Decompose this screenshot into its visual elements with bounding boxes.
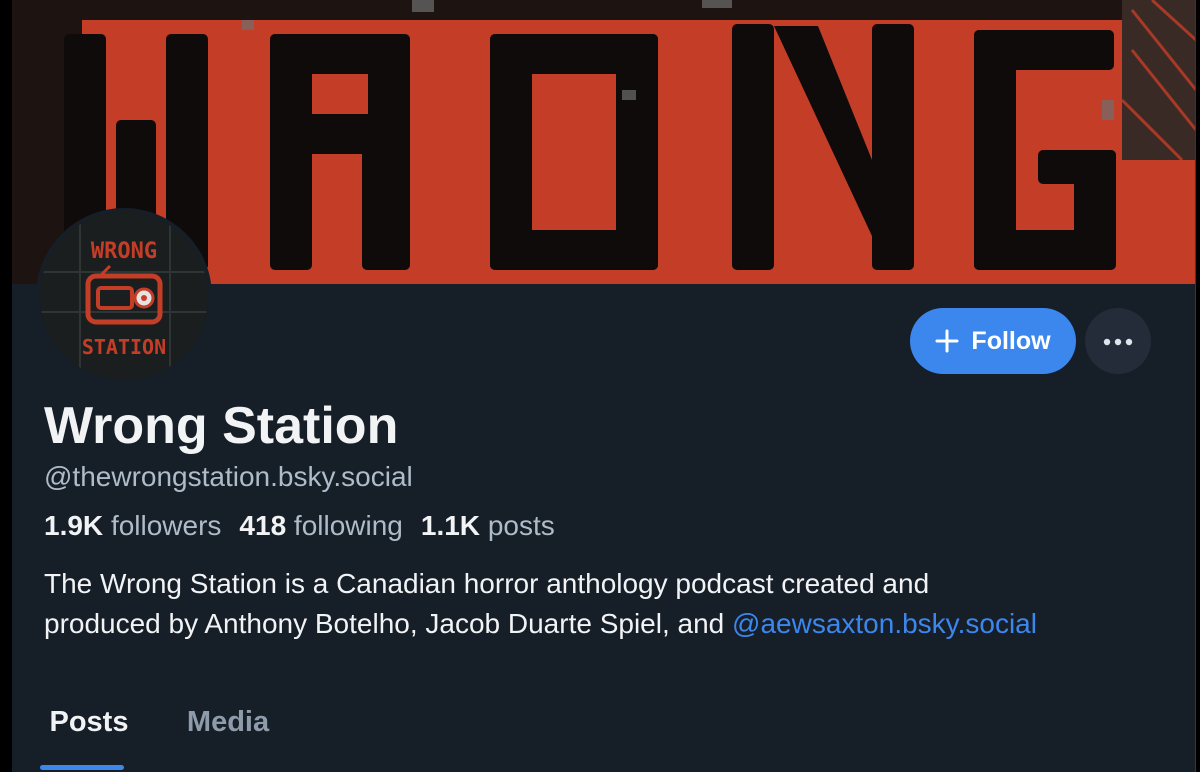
- profile-page: WRONG STATION Follow Wrong Station @thew…: [12, 0, 1196, 772]
- avatar[interactable]: WRONG STATION: [36, 208, 212, 384]
- more-options-button[interactable]: [1085, 308, 1151, 374]
- profile-handle: @thewrongstation.bsky.social: [44, 461, 413, 492]
- tab-posts[interactable]: Posts: [40, 690, 138, 772]
- following-label: following: [293, 510, 403, 541]
- followers-stat[interactable]: 1.9K followers: [44, 508, 221, 544]
- following-stat[interactable]: 418 following: [239, 508, 402, 544]
- avatar-logo-image: WRONG STATION: [40, 212, 208, 380]
- following-count: 418: [239, 510, 287, 541]
- avatar-logo-bottom: STATION: [82, 335, 166, 359]
- posts-label: posts: [487, 510, 555, 541]
- screen: WRONG STATION Follow Wrong Station @thew…: [0, 0, 1200, 772]
- plus-icon: [935, 329, 959, 353]
- bio-line-2-text: produced by Anthony Botelho, Jacob Duart…: [44, 608, 733, 639]
- followers-count: 1.9K: [44, 510, 104, 541]
- followers-label: followers: [110, 510, 222, 541]
- profile-bio: The Wrong Station is a Canadian horror a…: [44, 564, 1174, 644]
- mention-link[interactable]: @aewsaxton.bsky.social: [732, 608, 1037, 639]
- follow-label: Follow: [971, 326, 1051, 355]
- profile-tabs: Posts Media: [12, 690, 1195, 772]
- posts-stat: 1.1K posts: [421, 508, 555, 544]
- avatar-logo-top: WRONG: [91, 239, 157, 264]
- bio-line-2: produced by Anthony Botelho, Jacob Duart…: [44, 604, 1174, 644]
- profile-stats: 1.9K followers 418 following 1.1K posts: [44, 508, 555, 544]
- posts-count: 1.1K: [420, 510, 481, 541]
- ellipsis-icon: [1103, 334, 1133, 349]
- follow-button[interactable]: Follow: [910, 308, 1076, 374]
- tab-media[interactable]: Media: [178, 690, 278, 772]
- active-tab-indicator: [40, 765, 124, 770]
- bio-line-1: The Wrong Station is a Canadian horror a…: [44, 568, 930, 599]
- display-name: Wrong Station: [44, 397, 399, 455]
